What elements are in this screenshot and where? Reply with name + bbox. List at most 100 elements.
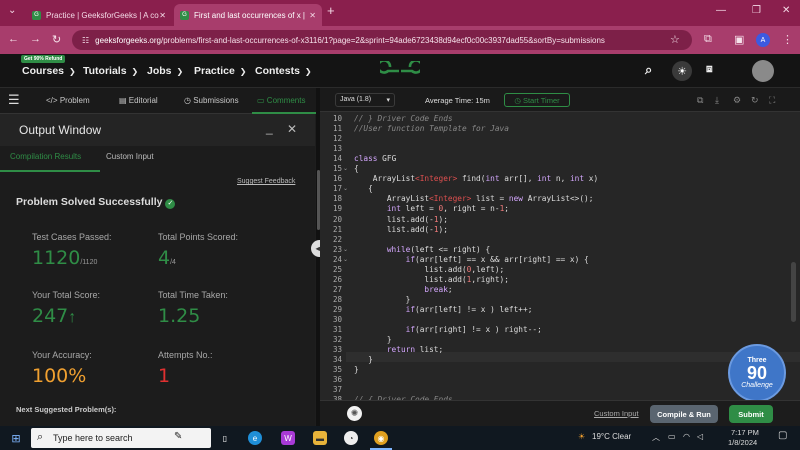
tab-search-icon[interactable]: ⌄ [8, 5, 16, 16]
tab-custom-input[interactable]: Custom Input [106, 152, 154, 161]
code-line[interactable]: list.add(-1); [354, 225, 448, 234]
taskbar-search-input[interactable]: ⌕ Type here to search ✎ [31, 428, 211, 448]
fold-chevron-icon[interactable]: ⌄ [343, 165, 348, 172]
code-line[interactable]: } [354, 335, 392, 344]
tab-comments[interactable]: ▭ Comments [257, 96, 305, 105]
network-icon[interactable]: ▭ [668, 432, 676, 441]
side-panel-icon[interactable]: ▣ [734, 33, 744, 46]
settings-icon[interactable]: ⚙ [733, 95, 741, 106]
theme-toggle-icon[interactable]: ☀ [672, 61, 692, 81]
line-number: 33 [332, 345, 342, 355]
code-line[interactable]: ArrayList<Integer> list = new ArrayList<… [354, 194, 594, 203]
close-icon[interactable]: ✕ [159, 11, 166, 20]
chevron-up-icon[interactable]: ︿ [652, 432, 660, 443]
fold-chevron-icon[interactable]: ⌄ [343, 246, 348, 253]
search-icon[interactable]: ⌕ [645, 62, 652, 78]
code-line[interactable]: } [354, 355, 373, 364]
download-icon[interactable]: ⤓ [715, 95, 719, 106]
tab-submissions[interactable]: ◷ Submissions [184, 96, 239, 105]
code-line[interactable]: int left = 0, right = n-1; [354, 204, 509, 213]
new-tab-icon[interactable]: + [327, 3, 335, 18]
site-info-icon[interactable]: ☷ [82, 36, 89, 45]
volume-icon[interactable]: ◁ [697, 432, 703, 441]
compile-run-button[interactable]: Compile & Run [650, 405, 718, 423]
minimize-icon[interactable]: _ [266, 121, 273, 135]
code-line[interactable]: while(left <= right) { [354, 245, 490, 254]
reload-icon[interactable]: ↻ [52, 33, 61, 46]
minimize-icon[interactable]: — [716, 5, 726, 16]
language-select[interactable]: Java (1.8) ▾ [335, 93, 395, 107]
browser-tab-problem[interactable]: G First and last occurrences of x | ✕ [174, 4, 322, 26]
task-view-icon[interactable]: ▯ [218, 431, 232, 445]
bookmark-star-icon[interactable]: ☆ [670, 33, 680, 46]
code-line[interactable]: if(arr[left] == x && arr[right] == x) { [354, 255, 589, 264]
extensions-icon[interactable]: ⧉ [704, 33, 712, 46]
code-line[interactable]: { [354, 184, 373, 193]
code-line[interactable]: if(arr[right] != x ) right--; [354, 325, 542, 334]
code-line[interactable]: if(arr[left] != x ) left++; [354, 305, 533, 314]
line-number: 26 [332, 274, 342, 284]
fold-chevron-icon[interactable]: ⌄ [343, 256, 348, 263]
tab-compilation-results[interactable]: Compilation Results [10, 152, 81, 161]
close-icon[interactable]: ✕ [309, 11, 316, 20]
code-line[interactable]: // } Driver Code Ends [354, 114, 453, 123]
browser-tab-practice[interactable]: G Practice | GeeksforGeeks | A co ✕ [26, 4, 172, 26]
hamburger-menu-icon[interactable]: ☰ [8, 92, 20, 108]
gfg-icon: G [32, 10, 41, 20]
code-line[interactable]: } [354, 365, 359, 374]
code-line[interactable]: list.add(1,right); [354, 275, 509, 284]
code-editor[interactable]: 10 11 12 13 14 15 16 17 18 19 20 21 22 23 24 25 26 27 28 29… [320, 112, 800, 400]
notification-icon[interactable]: ▢ [778, 430, 787, 441]
edge-icon[interactable]: e [248, 431, 262, 445]
nav-courses[interactable]: Courses ❯ [22, 65, 76, 77]
clock-date[interactable]: 1/8/2024 [728, 438, 757, 447]
back-icon[interactable]: ← [8, 33, 19, 45]
clock-time[interactable]: 7:17 PM [731, 428, 759, 437]
custom-input-link[interactable]: Custom Input [594, 409, 639, 418]
chrome-icon[interactable]: ◉ [374, 431, 388, 445]
address-bar[interactable]: ☷ geeksforgeeks.org/problems/first-and-l… [72, 30, 692, 50]
copy-icon[interactable]: ⧉ [697, 95, 703, 106]
code-line[interactable]: return list; [354, 345, 443, 354]
app-icon[interactable]: W [281, 431, 295, 445]
windows-start-icon[interactable]: ⊞ [9, 431, 23, 445]
suggest-feedback-link[interactable]: Suggest Feedback [237, 178, 295, 185]
challenge-badge[interactable]: Three 90 Challenge [728, 344, 786, 402]
code-line[interactable]: ArrayList<Integer> find(int arr[], int n… [354, 174, 598, 183]
nav-jobs[interactable]: Jobs ❯ [147, 65, 183, 77]
start-timer-button[interactable]: ◷ Start Timer [504, 93, 570, 107]
tab-problem[interactable]: </> Problem [46, 96, 90, 105]
line-number: 32 [332, 335, 342, 345]
close-window-icon[interactable]: ✕ [782, 5, 790, 16]
lightbulb-icon[interactable]: ✺ [347, 406, 362, 421]
code-line[interactable]: class GFG [354, 154, 396, 163]
scrollbar[interactable] [791, 262, 796, 322]
tab-editorial[interactable]: ▤ Editorial [119, 96, 158, 105]
profile-avatar[interactable]: A [756, 33, 770, 47]
code-line[interactable]: //User function Template for Java [354, 124, 509, 133]
gfg-logo[interactable] [376, 59, 424, 87]
weather-text[interactable]: 19°C Clear [592, 432, 631, 441]
menu-kebab-icon[interactable]: ⋮ [782, 33, 793, 46]
code-line[interactable]: break; [354, 285, 452, 294]
wifi-icon[interactable]: ◠ [683, 432, 690, 441]
file-explorer-icon[interactable]: ▬ [313, 431, 327, 445]
user-avatar[interactable] [752, 60, 774, 82]
code-line[interactable]: list.add(-1); [354, 215, 448, 224]
code-line[interactable]: list.add(0,left); [354, 265, 504, 274]
nav-practice[interactable]: Practice ❯ [194, 65, 247, 77]
nav-contests[interactable]: Contests ❯ [255, 65, 312, 77]
nav-tutorials[interactable]: Tutorials ❯ [83, 65, 138, 77]
submit-button[interactable]: Submit [729, 405, 773, 423]
restore-icon[interactable]: ❐ [752, 5, 761, 16]
code-line[interactable]: } [354, 295, 411, 304]
line-number: 17 [332, 184, 342, 194]
reset-icon[interactable]: ↻ [751, 95, 759, 106]
translate-icon[interactable]: ⧈ [706, 63, 713, 76]
forward-icon[interactable]: → [30, 33, 41, 45]
fold-chevron-icon[interactable]: ⌄ [343, 185, 348, 192]
fullscreen-icon[interactable]: ⛶ [769, 95, 775, 106]
code-line[interactable]: { [354, 164, 359, 173]
app-icon[interactable]: ◔ [344, 431, 358, 445]
close-icon[interactable]: ✕ [287, 122, 297, 136]
